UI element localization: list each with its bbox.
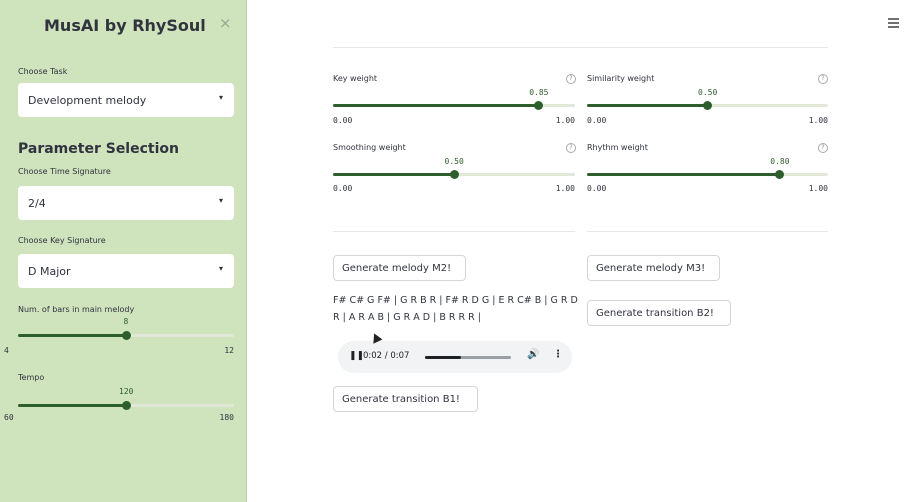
time-signature-label: Choose Time Signature — [18, 167, 111, 176]
tempo-slider-fill — [18, 404, 126, 407]
key-weight-label: Key weight — [333, 74, 378, 83]
app-title: MusAI by RhySoul — [44, 16, 206, 35]
right-divider — [587, 231, 828, 232]
key-weight-thumb[interactable] — [534, 101, 544, 110]
left-divider — [333, 231, 575, 232]
key-signature-select[interactable]: D Major ▾ — [18, 254, 234, 288]
pause-icon[interactable]: ❚❚ — [349, 351, 364, 361]
top-divider — [333, 47, 828, 48]
time-signature-select[interactable]: 2/4 ▾ — [18, 186, 234, 220]
rhythm-weight-max: 1.00 — [808, 184, 828, 193]
question-circle-icon[interactable]: ? — [818, 74, 828, 84]
bars-slider-thumb[interactable] — [121, 331, 131, 340]
time-signature-value: 2/4 — [28, 197, 46, 210]
rhythm-weight-fill — [587, 173, 780, 176]
tempo-label: Tempo — [18, 373, 45, 382]
chevron-down-icon: ▾ — [218, 196, 223, 205]
task-select[interactable]: Development melody ▾ — [18, 83, 234, 117]
key-weight-range: 0.00 1.00 — [333, 116, 575, 126]
task-select-value: Development melody — [28, 94, 147, 107]
smoothing-weight-label: Smoothing weight — [333, 143, 406, 152]
rhythm-weight-value: 0.80 — [770, 157, 790, 166]
audio-time: 0:02 / 0:07 — [363, 351, 410, 361]
bars-min: 4 — [4, 346, 9, 355]
question-circle-icon[interactable]: ? — [818, 143, 828, 153]
bars-max: 12 — [224, 346, 234, 355]
similarity-weight-max: 1.00 — [808, 116, 828, 125]
audio-progress-bar[interactable] — [425, 356, 511, 359]
smoothing-weight-slider[interactable]: 0.50 — [333, 157, 575, 179]
similarity-weight-label: Similarity weight — [587, 74, 655, 83]
rhythm-weight-slider[interactable]: 0.80 — [587, 157, 828, 179]
audio-player: ❚❚ 0:02 / 0:07 🔊 ⋮ — [338, 341, 572, 373]
generate-melody-m2-button[interactable]: Generate melody M2! — [333, 255, 466, 281]
audio-progress-fill — [425, 356, 462, 359]
tempo-slider-thumb[interactable] — [121, 401, 131, 410]
volume-icon[interactable]: 🔊 — [527, 349, 539, 360]
smoothing-weight-min: 0.00 — [333, 184, 353, 193]
smoothing-weight-max: 1.00 — [555, 184, 575, 193]
key-weight-min: 0.00 — [333, 116, 353, 125]
question-circle-icon[interactable]: ? — [566, 74, 576, 84]
hamburger-menu-icon[interactable] — [888, 18, 899, 30]
bars-label: Num. of bars in main melody — [18, 305, 135, 314]
melody-notes-text: F# C# G F# | G R B R | F# R D G | E R C#… — [333, 295, 578, 323]
generate-transition-b2-button[interactable]: Generate transition B2! — [587, 300, 731, 326]
smoothing-weight-fill — [333, 173, 454, 176]
similarity-weight-fill — [587, 104, 708, 107]
bars-slider[interactable]: 8 — [18, 317, 234, 347]
close-icon[interactable]: × — [219, 14, 232, 32]
key-weight-fill — [333, 104, 539, 107]
rhythm-weight-label: Rhythm weight — [587, 143, 648, 152]
rhythm-weight-min: 0.00 — [587, 184, 607, 193]
generate-transition-b1-button[interactable]: Generate transition B1! — [333, 386, 478, 412]
bars-slider-value: 8 — [123, 317, 129, 326]
key-signature-label: Choose Key Signature — [18, 236, 106, 245]
task-label: Choose Task — [18, 67, 68, 76]
rhythm-weight-thumb[interactable] — [775, 170, 785, 179]
sidebar: MusAI by RhySoul × Choose Task Developme… — [0, 0, 247, 502]
similarity-weight-min: 0.00 — [587, 116, 607, 125]
key-signature-value: D Major — [28, 265, 71, 278]
more-options-icon[interactable]: ⋮ — [553, 349, 563, 360]
smoothing-weight-thumb[interactable] — [449, 170, 459, 179]
key-weight-max: 1.00 — [555, 116, 575, 125]
question-circle-icon[interactable]: ? — [566, 143, 576, 153]
chevron-down-icon: ▾ — [218, 93, 223, 102]
similarity-weight-slider[interactable]: 0.50 — [587, 88, 828, 110]
smoothing-weight-value: 0.50 — [444, 157, 464, 166]
key-weight-value: 0.85 — [529, 88, 549, 97]
tempo-slider-value: 120 — [119, 387, 134, 396]
rhythm-weight-range: 0.00 1.00 — [587, 184, 828, 194]
similarity-weight-thumb[interactable] — [703, 101, 712, 110]
chevron-down-icon: ▾ — [218, 264, 223, 273]
bars-slider-range: 4 12 — [4, 346, 234, 356]
similarity-weight-value: 0.50 — [698, 88, 718, 97]
tempo-max: 180 — [219, 413, 234, 422]
parameter-selection-header: Parameter Selection — [18, 141, 179, 157]
tempo-slider-range: 60 180 — [4, 413, 234, 423]
key-weight-slider[interactable]: 0.85 — [333, 88, 575, 110]
bars-slider-fill — [18, 334, 126, 337]
smoothing-weight-range: 0.00 1.00 — [333, 184, 575, 194]
generate-melody-m3-button[interactable]: Generate melody M3! — [587, 255, 720, 281]
similarity-weight-range: 0.00 1.00 — [587, 116, 828, 126]
tempo-min: 60 — [4, 413, 14, 422]
